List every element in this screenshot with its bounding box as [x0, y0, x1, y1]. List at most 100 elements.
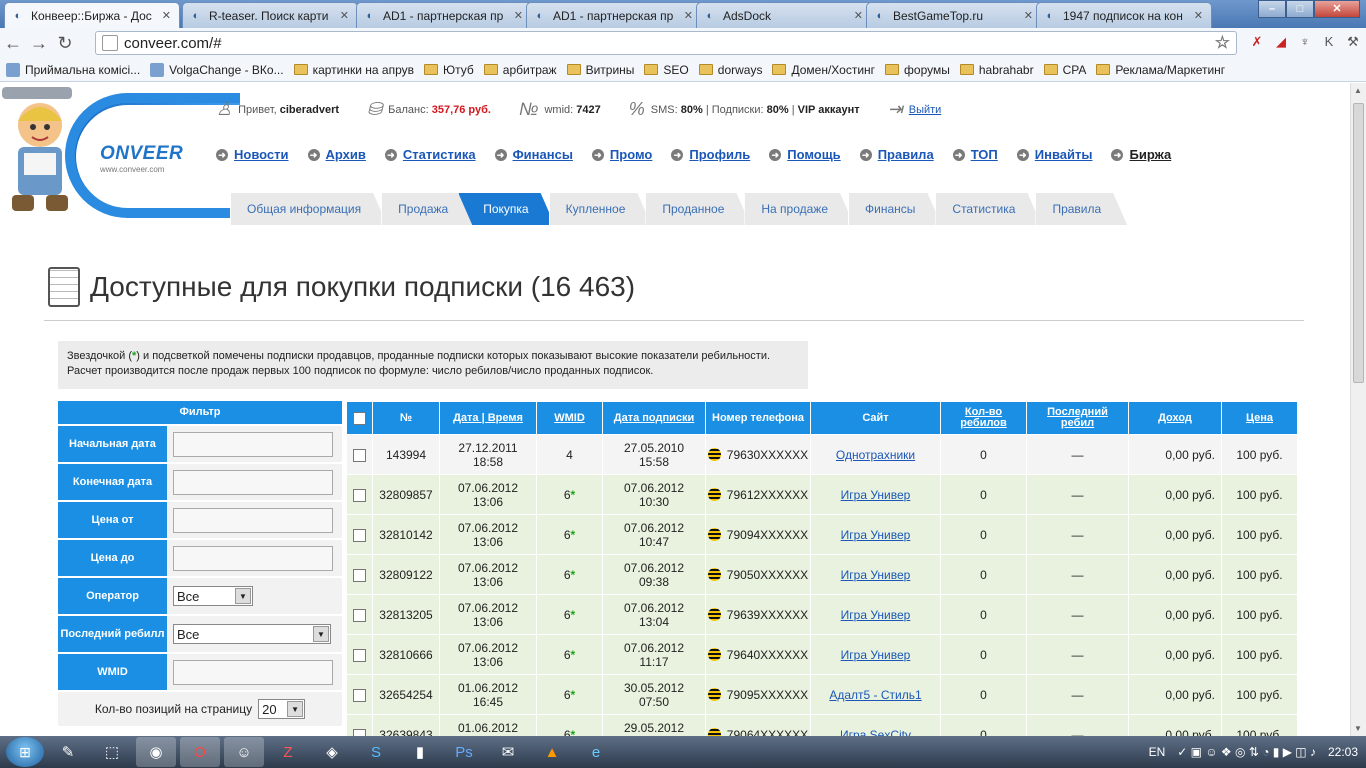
main-nav-link[interactable]: Новости — [234, 147, 289, 162]
subnav-tab[interactable]: Финансы — [848, 193, 941, 225]
scroll-down-icon[interactable]: ▼ — [1354, 724, 1362, 733]
site-link[interactable]: Игра SexCity — [840, 728, 911, 737]
extension-icon[interactable]: K — [1320, 33, 1338, 51]
clock[interactable]: 22:03 — [1328, 745, 1358, 759]
skype-taskbar-icon[interactable]: S — [356, 737, 396, 767]
extension-icon[interactable]: ◢ — [1272, 33, 1290, 51]
sort-income-link[interactable]: Доход — [1158, 412, 1192, 424]
bookmark-item[interactable]: Витрины — [566, 63, 634, 77]
row-checkbox[interactable] — [353, 608, 366, 622]
logout-link[interactable]: Выйти — [909, 104, 942, 116]
start-date-input[interactable] — [173, 431, 333, 457]
sort-price-link[interactable]: Цена — [1246, 412, 1273, 424]
subnav-tab[interactable]: Продажа — [381, 193, 474, 225]
main-nav-link[interactable]: Помощь — [787, 147, 840, 162]
address-bar[interactable]: conveer.com/# ☆ — [95, 31, 1237, 55]
photoshop-taskbar-icon[interactable]: Ps — [444, 737, 484, 767]
close-tab-icon[interactable]: ✕ — [1194, 9, 1203, 22]
operator-select[interactable]: Все ▼ — [173, 586, 253, 606]
browser-tab[interactable]: ◐ AdsDock ✕ — [696, 2, 872, 28]
price-from-input[interactable] — [173, 507, 333, 533]
reload-icon[interactable]: ↻ — [52, 33, 78, 54]
sort-last-rebill-link[interactable]: Последний ребил — [1047, 406, 1108, 429]
site-link[interactable]: Игра Универ — [841, 608, 911, 622]
main-nav-link[interactable]: Архив — [326, 147, 366, 162]
bookmark-item[interactable]: Реклама/Маркетинг — [1096, 63, 1225, 77]
site-logo[interactable]: ONVEER — [100, 143, 183, 165]
subnav-tab[interactable]: Правила — [1035, 193, 1127, 225]
notepad-taskbar-icon[interactable]: ✉ — [488, 737, 528, 767]
select-all-checkbox[interactable] — [353, 411, 366, 425]
minimize-button[interactable]: – — [1258, 0, 1286, 18]
row-checkbox[interactable] — [353, 528, 366, 542]
row-checkbox[interactable] — [353, 448, 366, 462]
browser-tab[interactable]: ◐ BestGameTop.ru ✕ — [866, 2, 1042, 28]
taskbar-app-icon[interactable]: ✎ — [48, 737, 88, 767]
taskbar-app-icon[interactable]: ◈ — [312, 737, 352, 767]
opera-taskbar-icon[interactable]: O — [180, 737, 220, 767]
sort-wmid-link[interactable]: WMID — [554, 412, 585, 424]
language-indicator[interactable]: EN — [1149, 745, 1166, 759]
end-date-input[interactable] — [173, 469, 333, 495]
scrollbar-thumb[interactable] — [1353, 103, 1364, 383]
site-link[interactable]: Однотрахники — [836, 448, 915, 462]
chrome-taskbar-icon[interactable]: ◉ — [136, 737, 176, 767]
close-tab-icon[interactable]: ✕ — [684, 9, 693, 22]
row-checkbox[interactable] — [353, 688, 366, 702]
extension-icon[interactable]: ♆ — [1296, 33, 1314, 51]
bookmark-item[interactable]: SEO — [644, 63, 689, 77]
taskbar-app-icon[interactable]: ⬚ — [92, 737, 132, 767]
bookmark-item[interactable]: VolgaChange - ВКо... — [150, 62, 284, 77]
bookmark-item[interactable]: форумы — [885, 63, 950, 77]
per-page-select[interactable]: 20 ▼ — [258, 699, 306, 719]
bookmark-item[interactable]: habrahabr — [959, 63, 1034, 77]
back-icon[interactable]: ← — [0, 33, 26, 54]
subnav-tab[interactable]: Покупка — [458, 193, 554, 225]
site-link[interactable]: Адалт5 - Стиль1 — [829, 688, 921, 702]
main-nav-link[interactable]: Промо — [610, 147, 652, 162]
last-rebill-select[interactable]: Все ▼ — [173, 624, 331, 644]
row-checkbox[interactable] — [353, 488, 366, 502]
close-tab-icon[interactable]: ✕ — [1024, 9, 1033, 22]
wmid-input[interactable] — [173, 659, 333, 685]
sort-datetime-link[interactable]: Дата | Время — [453, 412, 523, 424]
bookmark-item[interactable]: арбитраж — [483, 63, 557, 77]
row-checkbox[interactable] — [353, 728, 366, 736]
site-link[interactable]: Игра Универ — [841, 488, 911, 502]
bookmark-item[interactable]: картинки на апрув — [293, 63, 414, 77]
site-link[interactable]: Игра Универ — [841, 568, 911, 582]
main-nav-link[interactable]: Биржа — [1129, 147, 1171, 162]
sort-rebills-link[interactable]: Кол-во ребилов — [960, 406, 1007, 429]
close-tab-icon[interactable]: ✕ — [340, 9, 349, 22]
browser-tab[interactable]: ◐ R-teaser. Поиск карти ✕ — [182, 2, 358, 28]
ie-taskbar-icon[interactable]: e — [576, 737, 616, 767]
taskbar-app-icon[interactable]: ☺ — [224, 737, 264, 767]
bookmark-item[interactable]: Ютуб — [424, 63, 474, 77]
main-nav-link[interactable]: Финансы — [513, 147, 573, 162]
browser-tab[interactable]: ◐ Конвеер::Биржа - Дос ✕ — [4, 2, 180, 28]
close-tab-icon[interactable]: ✕ — [162, 9, 171, 22]
subnav-tab[interactable]: На продаже — [744, 193, 854, 225]
start-button[interactable]: ⊞ — [6, 737, 44, 767]
row-checkbox[interactable] — [353, 648, 366, 662]
filezilla-taskbar-icon[interactable]: Z — [268, 737, 308, 767]
bookmark-item[interactable]: CPA — [1043, 63, 1086, 77]
main-nav-link[interactable]: Статистика — [403, 147, 476, 162]
wrench-icon[interactable]: ⚒ — [1344, 33, 1362, 51]
bookmark-item[interactable]: Приймальна комісі... — [6, 62, 140, 77]
main-nav-link[interactable]: Профиль — [689, 147, 750, 162]
browser-tab[interactable]: ◐ AD1 - партнерская пр ✕ — [526, 2, 702, 28]
subnav-tab[interactable]: Общая информация — [230, 193, 387, 225]
taskbar-app-icon[interactable]: ▮ — [400, 737, 440, 767]
page-scrollbar[interactable]: ▲ ▼ — [1350, 83, 1366, 736]
subnav-tab[interactable]: Купленное — [549, 193, 652, 225]
sort-sub-date-link[interactable]: Дата подписки — [614, 412, 695, 424]
main-nav-link[interactable]: Инвайты — [1035, 147, 1093, 162]
close-tab-icon[interactable]: ✕ — [854, 9, 863, 22]
extension-icon[interactable]: ✗ — [1248, 33, 1266, 51]
scroll-up-icon[interactable]: ▲ — [1354, 86, 1362, 95]
tray-icons[interactable]: ✓ ▣ ☺ ❖ ◎ ⇅ ◔ ▮ ▶ ◫ ♪ — [1177, 745, 1316, 759]
bookmark-star-icon[interactable]: ☆ — [1215, 33, 1230, 53]
main-nav-link[interactable]: Правила — [878, 147, 934, 162]
bookmark-item[interactable]: Домен/Хостинг — [772, 63, 875, 77]
